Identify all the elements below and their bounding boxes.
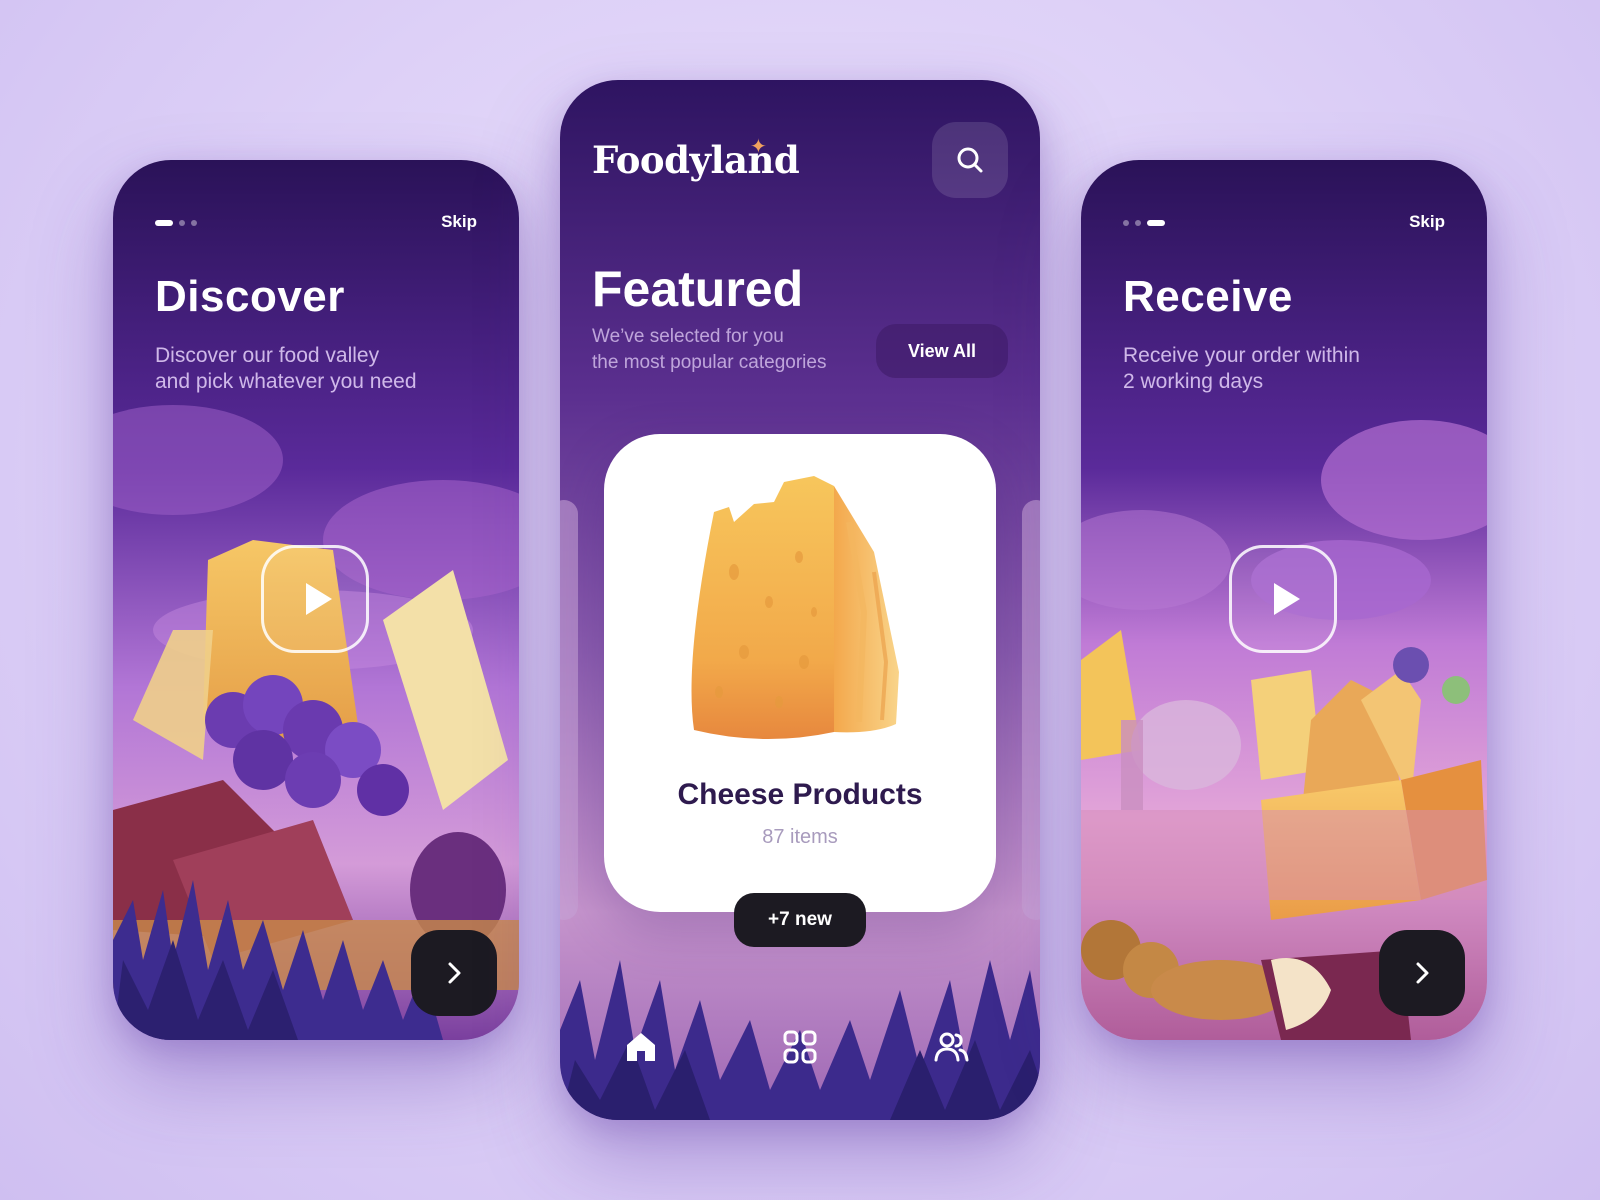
- bottom-tab-bar: [560, 1022, 1040, 1072]
- next-button[interactable]: [1379, 930, 1465, 1016]
- search-icon: [957, 147, 983, 173]
- page-indicator: [1123, 220, 1165, 226]
- users-icon: [934, 1032, 969, 1062]
- page-dot-active: [155, 220, 173, 226]
- section-subtitle: We’ve selected for you the most popular …: [592, 326, 827, 373]
- tab-categories[interactable]: [775, 1022, 825, 1072]
- app-logo: Foodyland: [592, 138, 800, 182]
- search-button[interactable]: [932, 122, 1008, 198]
- chevron-right-icon: [1416, 962, 1429, 984]
- tab-community[interactable]: [926, 1022, 976, 1072]
- tab-home[interactable]: [616, 1022, 666, 1072]
- section-title: Featured: [592, 261, 804, 317]
- home-icon: [627, 1033, 655, 1061]
- home-featured-screen: Foodyland ✦ Featured We’ve selected for …: [560, 80, 1040, 1120]
- page-dot: [1123, 220, 1129, 226]
- grid-icon: [783, 1030, 817, 1064]
- play-icon: [306, 583, 332, 615]
- next-button[interactable]: [411, 930, 497, 1016]
- category-item-count: 87 items: [762, 826, 838, 848]
- play-video-button[interactable]: [261, 545, 369, 653]
- play-icon: [1274, 583, 1300, 615]
- page-dot: [179, 220, 185, 226]
- new-items-badge[interactable]: +7 new: [734, 893, 866, 947]
- category-card[interactable]: Cheese Products 87 items: [604, 434, 996, 912]
- category-name: Cheese Products: [677, 778, 923, 811]
- sparkle-icon: ✦: [750, 134, 767, 158]
- onboarding-discover-screen: Skip Discover Discover our food valley a…: [113, 160, 519, 1040]
- onboarding-description: Discover our food valley and pick whatev…: [155, 344, 417, 393]
- onboarding-receive-screen: Skip Receive Receive your order within 2…: [1081, 160, 1487, 1040]
- onboarding-description: Receive your order within 2 working days: [1123, 344, 1360, 393]
- skip-button[interactable]: Skip: [1409, 212, 1445, 232]
- page-indicator: [155, 220, 197, 226]
- skip-button[interactable]: Skip: [441, 212, 477, 232]
- page-dot: [1135, 220, 1141, 226]
- onboarding-title: Receive: [1123, 272, 1293, 321]
- page-dot: [191, 220, 197, 226]
- view-all-button[interactable]: View All: [876, 324, 1008, 378]
- onboarding-title: Discover: [155, 272, 345, 321]
- chevron-right-icon: [448, 962, 461, 984]
- play-video-button[interactable]: [1229, 545, 1337, 653]
- page-dot-active: [1147, 220, 1165, 226]
- cheese-image: [691, 476, 899, 740]
